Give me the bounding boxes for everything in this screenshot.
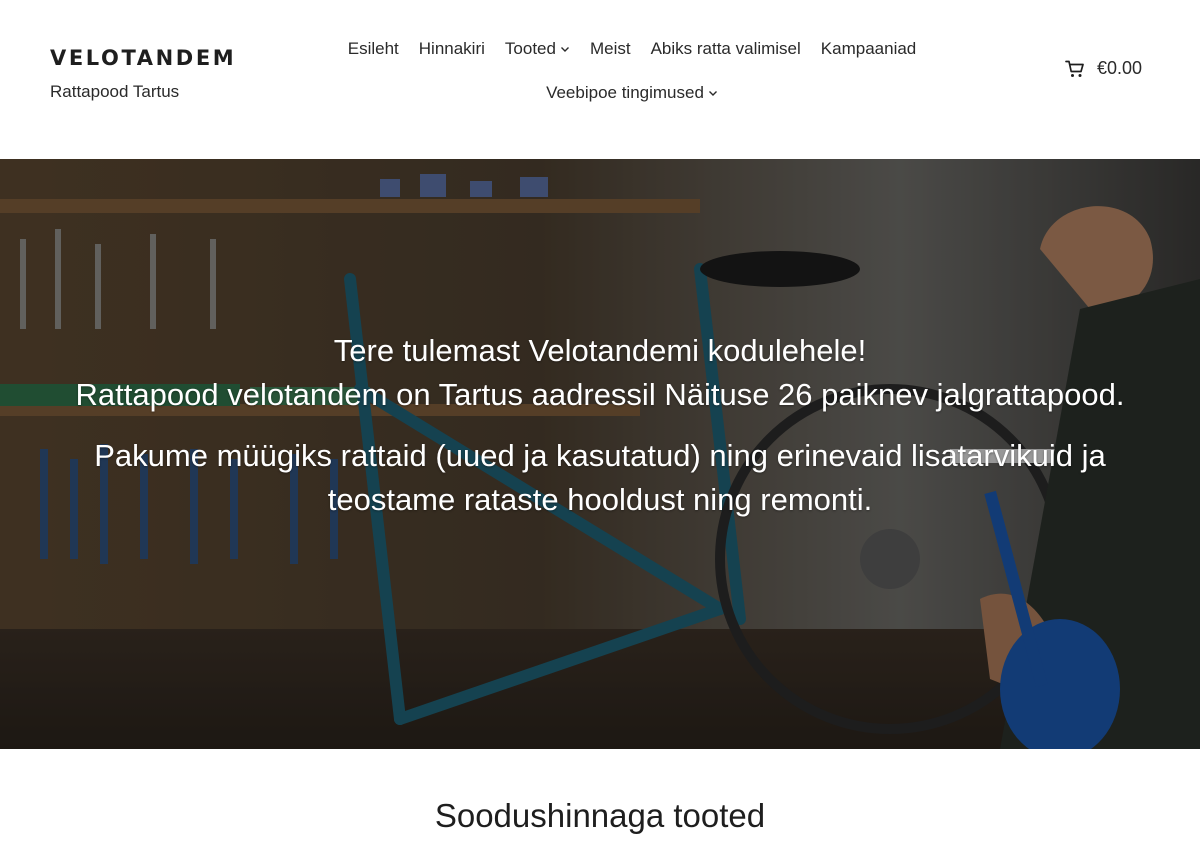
hero-cover: Tere tulemast Velotandemi kodulehele! Ra…: [0, 159, 1200, 749]
hero-paragraph-services: Pakume müügiks rattaid (uued ja kasutatu…: [94, 438, 1106, 517]
cart-icon: [1065, 59, 1085, 79]
nav-item-tooted[interactable]: Tooted: [495, 39, 580, 59]
nav-item-meist[interactable]: Meist: [580, 39, 641, 59]
nav-item-hinnakiri[interactable]: Hinnakiri: [409, 39, 495, 59]
sale-products-heading: Soodushinnaga tooted: [434, 797, 766, 834]
nav-item-label: Esileht: [347, 39, 399, 58]
site-title-link[interactable]: VELOTANDEM: [50, 46, 236, 70]
nav-row-secondary: Veebipoe tingimused: [322, 74, 942, 112]
nav-item-label: Veebipoe tingimused: [546, 83, 704, 102]
hero-paragraph-welcome: Tere tulemast Velotandemi kodulehele! Ra…: [60, 329, 1140, 416]
mini-cart-button[interactable]: €0.00: [1065, 58, 1142, 79]
hero-welcome-line: Tere tulemast Velotandemi kodulehele!: [333, 333, 867, 368]
site-tagline: Rattapood Tartus: [50, 82, 180, 101]
nav-item-veebipoe-tingimused[interactable]: Veebipoe tingimused: [536, 83, 728, 103]
nav-row-primary: Esileht Hinnakiri Tooted Meist Abiks rat…: [322, 30, 942, 68]
hero-address-line: Rattapood velotandem on Tartus aadressil…: [75, 376, 1125, 412]
nav-item-label: Kampaaniad: [820, 39, 917, 58]
site-header: VELOTANDEM Rattapood Tartus Esileht Hinn…: [0, 0, 1200, 159]
main-navigation: Esileht Hinnakiri Tooted Meist Abiks rat…: [322, 30, 942, 112]
nav-item-label: Abiks ratta valimisel: [650, 39, 801, 58]
nav-item-abiks-ratta-valimisel[interactable]: Abiks ratta valimisel: [641, 39, 811, 59]
cart-total: €0.00: [1096, 58, 1142, 78]
nav-item-label: Hinnakiri: [418, 39, 485, 58]
chevron-down-icon[interactable]: [560, 44, 570, 54]
brand: VELOTANDEM Rattapood Tartus: [50, 46, 236, 102]
nav-item-esileht[interactable]: Esileht: [338, 39, 409, 59]
nav-item-label: Meist: [589, 39, 631, 58]
nav-item-kampaaniad[interactable]: Kampaaniad: [811, 39, 926, 59]
chevron-down-icon[interactable]: [708, 88, 718, 98]
hero-text: Tere tulemast Velotandemi kodulehele! Ra…: [60, 329, 1140, 521]
nav-item-label: Tooted: [504, 39, 556, 58]
